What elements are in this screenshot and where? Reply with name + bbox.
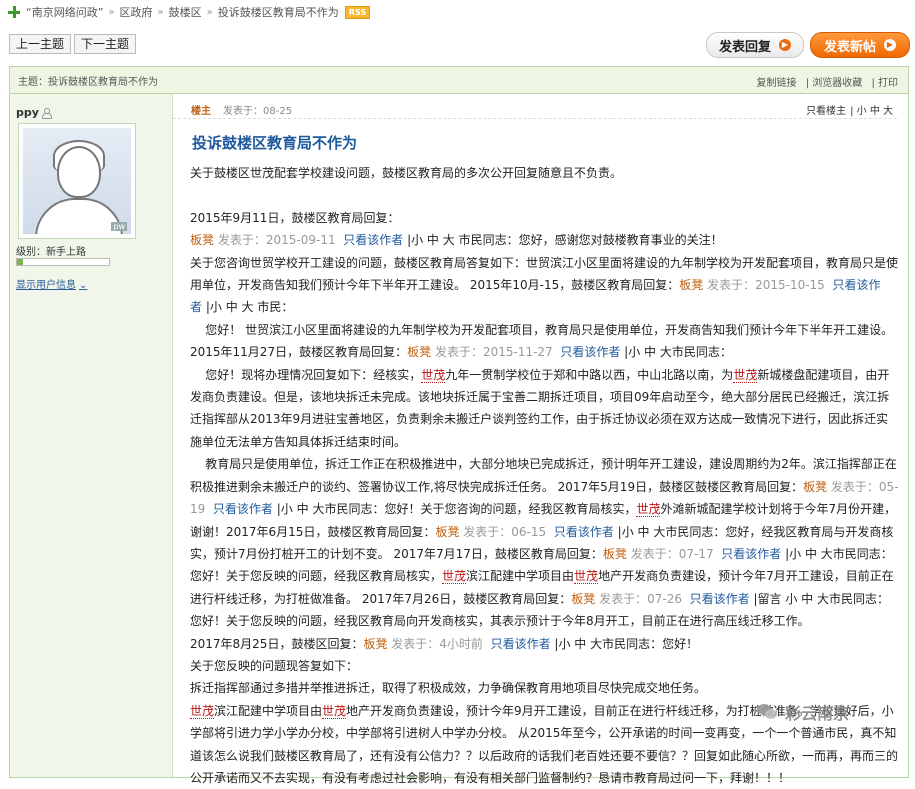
author-only-link[interactable]: 只看楼主 bbox=[806, 106, 846, 117]
post-tools: 只看楼主 | 小 中 大 bbox=[806, 106, 893, 117]
topic-actions: 复制链接 | 浏览器收藏 | 打印 bbox=[756, 78, 899, 89]
post-intro: 关于鼓楼区世茂配套学校建设问题，鼓楼区教育局的多次公开回复随意且不负责。 bbox=[190, 166, 623, 180]
thread-nav: 上一主题 下一主题 发表回复 ▶ 发表新帖 ▶ bbox=[0, 30, 915, 60]
breadcrumb-separator: » bbox=[108, 6, 115, 18]
keyword-link[interactable]: 世茂 bbox=[636, 502, 661, 518]
reply-label: 发表回复 bbox=[718, 39, 771, 55]
only-author-link[interactable]: 只看该作者 bbox=[560, 345, 620, 359]
keyword-link[interactable]: 世茂 bbox=[733, 367, 758, 383]
author-name: ppy bbox=[16, 106, 52, 119]
post-header: 楼主 发表于：08-25 只看楼主 | 小 中 大 bbox=[173, 94, 897, 119]
print-link[interactable]: 打印 bbox=[878, 78, 898, 89]
new-post-label: 发表新帖 bbox=[823, 39, 876, 55]
breadcrumb-thread: 投诉鼓楼区教育局不作为 bbox=[217, 6, 339, 19]
only-author-link[interactable]: 者 bbox=[190, 300, 202, 314]
post-title: 投诉鼓楼区教育局不作为 bbox=[192, 134, 358, 152]
breadcrumb-district[interactable]: 鼓楼区 bbox=[169, 4, 202, 20]
keyword-link[interactable]: 世茂 bbox=[421, 367, 446, 383]
reply-button[interactable]: 发表回复 ▶ bbox=[706, 32, 804, 58]
next-topic-button[interactable]: 下一主题 bbox=[74, 34, 137, 54]
post-frame: 主题：投诉鼓楼区教育局不作为 复制链接 | 浏览器收藏 | 打印 ppy pw … bbox=[9, 66, 909, 785]
topic-bar: 主题：投诉鼓楼区教育局不作为 复制链接 | 浏览器收藏 | 打印 bbox=[10, 67, 908, 94]
watermark: 彩云南京 bbox=[757, 700, 849, 724]
keyword-link[interactable]: 世茂 bbox=[442, 569, 467, 585]
floor-label: 楼主 bbox=[191, 106, 211, 117]
breadcrumb-separator: » bbox=[157, 6, 164, 18]
author-link[interactable]: ppy bbox=[16, 106, 39, 119]
post-body: 关于鼓楼区世茂配套学校建设问题，鼓楼区教育局的多次公开回复随意且不负责。 201… bbox=[190, 162, 900, 789]
post-content: 楼主 发表于：08-25 只看楼主 | 小 中 大 投诉鼓楼区教育局不作为 关于鼓… bbox=[173, 94, 908, 785]
new-post-button[interactable]: 发表新帖 ▶ bbox=[810, 32, 910, 58]
wechat-icon bbox=[757, 704, 779, 720]
breadcrumb: “南京网络问政” » 区政府 » 鼓楼区 » 投诉鼓楼区教育局不作为 RSS bbox=[0, 0, 915, 24]
favorite-link[interactable]: 浏览器收藏 bbox=[812, 78, 862, 89]
user-icon bbox=[41, 108, 52, 119]
only-author-link[interactable]: 只看该作者 bbox=[554, 525, 614, 539]
post-paragraph: 2015年9月11日，鼓楼区教育局回复： bbox=[190, 210, 400, 225]
prev-topic-button[interactable]: 上一主题 bbox=[9, 34, 72, 54]
breadcrumb-separator: » bbox=[206, 6, 213, 18]
rss-icon[interactable]: RSS bbox=[344, 5, 371, 19]
keyword-link[interactable]: 世茂 bbox=[574, 569, 599, 585]
only-author-link[interactable]: 只看该作者 bbox=[491, 637, 551, 651]
font-mid[interactable]: 中 bbox=[870, 106, 880, 117]
only-author-link[interactable]: 只看该作 bbox=[832, 278, 880, 292]
author-sidebar: ppy pw 级别：新手上路 显示用户信息 ⌄ bbox=[10, 94, 173, 777]
copy-link[interactable]: 复制链接 bbox=[757, 78, 797, 89]
chevron-down-icon: ⌄ bbox=[79, 280, 88, 291]
post-time: 发表于：08-25 bbox=[223, 106, 293, 117]
font-big[interactable]: 大 bbox=[883, 106, 893, 117]
only-author-link[interactable]: 只看该作者 bbox=[690, 592, 750, 606]
home-plus-icon[interactable] bbox=[8, 6, 20, 18]
arrow-circle-icon: ▶ bbox=[779, 39, 791, 51]
level-progress-bar bbox=[16, 258, 110, 266]
only-author-link[interactable]: 只看该作者 bbox=[343, 233, 403, 247]
keyword-link[interactable]: 世茂 bbox=[190, 703, 215, 719]
topic-label: 主题：投诉鼓楼区教育局不作为 bbox=[18, 76, 158, 88]
show-user-info[interactable]: 显示用户信息 ⌄ bbox=[16, 276, 87, 291]
font-small[interactable]: 小 bbox=[857, 106, 867, 117]
arrow-circle-icon: ▶ bbox=[884, 39, 896, 51]
only-author-link[interactable]: 只看该作者 bbox=[213, 502, 273, 516]
keyword-link[interactable]: 世茂 bbox=[322, 703, 347, 719]
user-level: 级别：新手上路 bbox=[16, 247, 86, 258]
avatar[interactable]: pw bbox=[18, 123, 136, 239]
avatar-image: pw bbox=[23, 128, 131, 234]
breadcrumb-site[interactable]: “南京网络问政” bbox=[26, 4, 103, 20]
only-author-link[interactable]: 只看该作者 bbox=[721, 547, 781, 561]
breadcrumb-section[interactable]: 区政府 bbox=[120, 4, 153, 20]
